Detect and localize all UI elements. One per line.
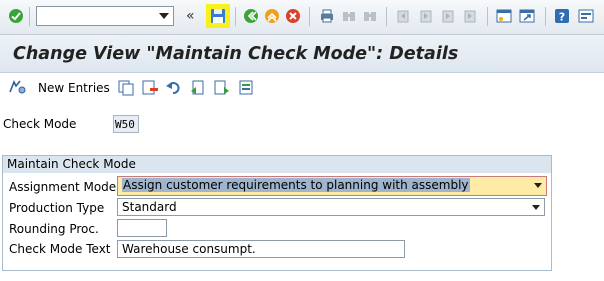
new-entries-button[interactable]: New Entries: [38, 81, 110, 95]
chevron-down-icon[interactable]: [532, 205, 540, 210]
find-icon: [339, 6, 359, 26]
customize-layout-icon[interactable]: [576, 6, 596, 26]
print-icon[interactable]: [317, 6, 337, 26]
svg-text:?: ?: [559, 11, 565, 24]
toolbar-separator: [386, 7, 387, 26]
undo-icon[interactable]: [165, 79, 183, 97]
check-mode-text-field[interactable]: Warehouse consumpt.: [117, 240, 405, 258]
command-field-toggle-icon[interactable]: «: [186, 8, 195, 24]
first-page-icon: [393, 6, 413, 26]
next-page-icon: [438, 6, 458, 26]
change-display-icon[interactable]: [7, 78, 27, 96]
rounding-proc-label: Rounding Proc.: [9, 222, 99, 236]
copy-icon[interactable]: [117, 79, 135, 97]
assignment-mode-label: Assignment Mode: [9, 180, 117, 194]
exit-icon[interactable]: [262, 6, 282, 26]
find-next-icon: [360, 6, 380, 26]
delete-icon[interactable]: [141, 79, 159, 97]
page-title: Change View "Maintain Check Mode": Detai…: [13, 44, 459, 64]
production-type-label: Production Type: [9, 201, 105, 215]
toolbar-separator: [309, 7, 310, 26]
check-mode-text-value: Warehouse consumpt.: [122, 242, 256, 256]
back-icon[interactable]: [241, 6, 261, 26]
production-type-value: Standard: [122, 200, 177, 214]
enter-check-icon[interactable]: [6, 6, 26, 26]
chevron-down-icon[interactable]: [159, 13, 169, 19]
command-field[interactable]: [36, 6, 174, 26]
toolbar-separator: [235, 7, 236, 26]
save-icon: [211, 9, 225, 23]
production-type-dropdown[interactable]: Standard: [117, 198, 545, 216]
toolbar-separator: [29, 7, 30, 26]
variant-icon[interactable]: [237, 79, 255, 97]
cancel-icon[interactable]: [283, 6, 303, 26]
last-page-icon: [460, 6, 480, 26]
toolbar-separator: [487, 7, 488, 26]
previous-entry-icon[interactable]: [189, 79, 207, 97]
shortcut-icon[interactable]: [517, 6, 537, 26]
help-icon[interactable]: ?: [552, 6, 572, 26]
group-title: Maintain Check Mode: [7, 157, 136, 171]
chevron-down-icon[interactable]: [534, 183, 542, 188]
check-mode-label: Check Mode: [3, 117, 77, 131]
system-toolbar: « ?: [0, 0, 604, 35]
assignment-mode-value: Assign customer requirements to planning…: [122, 178, 470, 192]
assignment-mode-dropdown[interactable]: Assign customer requirements to planning…: [117, 176, 547, 196]
create-session-icon[interactable]: [494, 6, 514, 26]
save-button[interactable]: [206, 4, 230, 28]
previous-page-icon: [416, 6, 436, 26]
toolbar-separator: [545, 7, 546, 26]
rounding-proc-field[interactable]: [117, 219, 167, 237]
check-mode-text-label: Check Mode Text: [9, 242, 111, 256]
check-mode-field: W50: [113, 115, 139, 133]
next-entry-icon[interactable]: [213, 79, 231, 97]
